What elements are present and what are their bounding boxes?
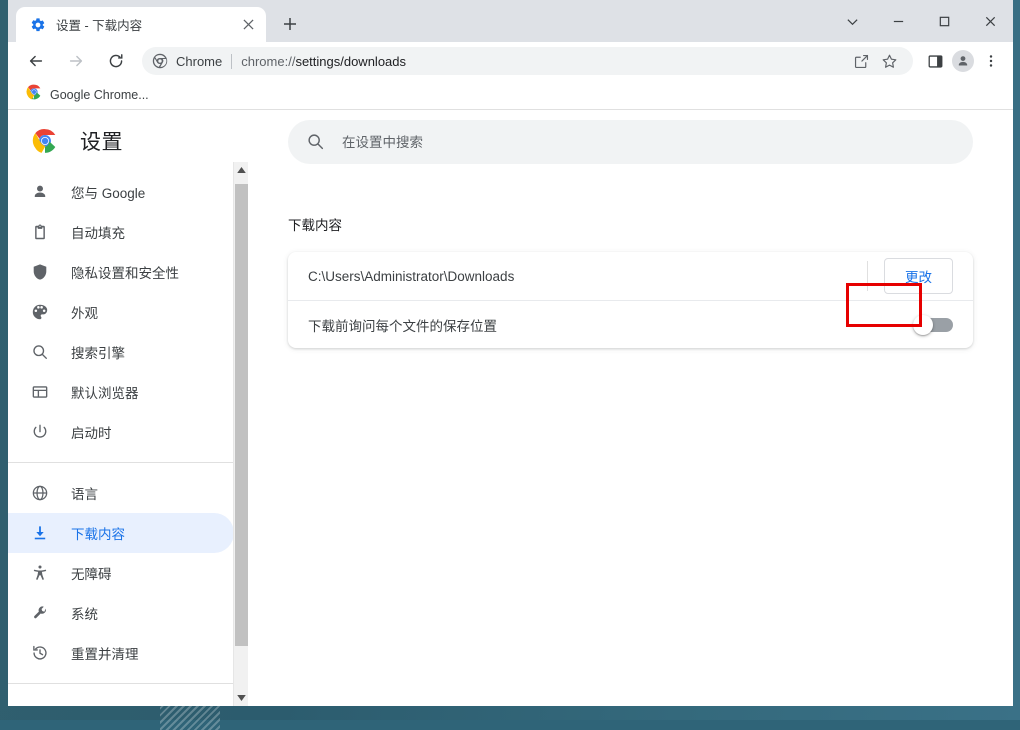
settings-brand: 设置 — [8, 110, 248, 172]
close-icon[interactable] — [238, 15, 258, 35]
person-icon — [30, 182, 50, 202]
search-icon — [306, 132, 326, 152]
sidebar-item-label: 搜索引擎 — [71, 342, 125, 362]
profile-avatar[interactable] — [949, 47, 977, 75]
download-icon — [30, 523, 50, 543]
scroll-down-arrow-icon[interactable] — [234, 690, 248, 706]
browser-tab-settings[interactable]: 设置 - 下载内容 — [16, 7, 266, 42]
browser-toolbar: Chrome chrome://settings/downloads — [8, 42, 1013, 80]
toggle-knob — [913, 315, 933, 335]
sidebar-item-label: 启动时 — [71, 422, 112, 442]
minimize-button[interactable] — [875, 0, 921, 42]
ask-where-to-save-label: 下载前询问每个文件的保存位置 — [308, 315, 913, 335]
browser-window-icon — [30, 382, 50, 402]
settings-content: 下载内容 C:\Users\Administrator\Downloads 更改… — [248, 110, 1013, 706]
accessibility-icon — [30, 563, 50, 583]
browser-window: 设置 - 下载内容 — [8, 0, 1013, 706]
new-tab-button[interactable] — [276, 10, 304, 38]
close-button[interactable] — [967, 0, 1013, 42]
wrench-icon — [30, 603, 50, 623]
window-controls — [829, 0, 1013, 42]
chrome-badge-icon — [152, 53, 168, 69]
settings-sidebar: 设置 您与 Google 自动填充 — [8, 110, 248, 706]
tab-strip: 设置 - 下载内容 — [8, 0, 1013, 42]
omnibox-actions — [847, 47, 903, 75]
sidebar-group-advanced: 语言 下载内容 无障碍 — [8, 462, 248, 673]
search-bar[interactable] — [288, 120, 973, 164]
palette-icon — [30, 302, 50, 322]
share-icon[interactable] — [847, 47, 875, 75]
sidebar-item-system[interactable]: 系统 — [8, 593, 234, 633]
sidebar-item-privacy-security[interactable]: 隐私设置和安全性 — [8, 252, 234, 292]
sidebar-item-label: 系统 — [71, 603, 98, 623]
bookmark-label: Google Chrome... — [50, 88, 149, 102]
sidebar-item-languages[interactable]: 语言 — [8, 473, 234, 513]
sidebar-item-reset-cleanup[interactable]: 重置并清理 — [8, 633, 234, 673]
puzzle-piece-icon — [30, 704, 50, 706]
address-bar[interactable]: Chrome chrome://settings/downloads — [142, 47, 913, 75]
maximize-button[interactable] — [921, 0, 967, 42]
ask-where-to-save-row: 下载前询问每个文件的保存位置 — [288, 300, 973, 348]
sidebar-group-primary: 您与 Google 自动填充 隐私设置和安全性 — [8, 172, 248, 452]
sidebar-item-extensions[interactable]: 扩展程序 — [8, 694, 234, 706]
omnibox-url-prefix: chrome:// — [241, 54, 295, 69]
sidebar-scrollbar[interactable] — [233, 162, 248, 706]
omnibox-url-path: settings/downloads — [295, 54, 406, 69]
globe-icon — [30, 483, 50, 503]
power-icon — [30, 422, 50, 442]
sidebar-item-label: 语言 — [71, 483, 98, 503]
sidebar-item-label: 外观 — [71, 302, 98, 322]
tab-search-chevron-down-icon[interactable] — [829, 0, 875, 42]
chrome-logo-icon — [26, 84, 42, 105]
download-location-row: C:\Users\Administrator\Downloads 更改 — [288, 252, 973, 300]
row-divider — [867, 261, 868, 291]
settings-page: 设置 您与 Google 自动填充 — [8, 110, 1013, 706]
chrome-logo-icon — [32, 128, 58, 154]
search-icon — [30, 342, 50, 362]
tab-title: 设置 - 下载内容 — [56, 15, 238, 34]
ask-where-to-save-toggle[interactable] — [913, 315, 953, 335]
clipboard-icon — [30, 222, 50, 242]
gear-icon — [30, 17, 46, 33]
sidebar-item-label: 下载内容 — [71, 523, 125, 543]
sidebar-item-accessibility[interactable]: 无障碍 — [8, 553, 234, 593]
more-menu-icon[interactable] — [977, 47, 1005, 75]
sidebar-item-on-startup[interactable]: 启动时 — [8, 412, 234, 452]
sidebar-item-label: 重置并清理 — [71, 643, 139, 663]
sidebar-item-search-engine[interactable]: 搜索引擎 — [8, 332, 234, 372]
shield-icon — [30, 262, 50, 282]
sidebar-group-extensions: 扩展程序 — [8, 683, 248, 706]
scroll-up-arrow-icon[interactable] — [234, 162, 248, 178]
sidebar-item-label: 自动填充 — [71, 222, 125, 242]
bookmark-item-google-chrome[interactable]: Google Chrome... — [20, 81, 155, 108]
download-location-path: C:\Users\Administrator\Downloads — [308, 269, 867, 284]
section-heading-downloads: 下载内容 — [288, 214, 973, 234]
omnibox-url: chrome://settings/downloads — [241, 54, 406, 69]
sidebar-item-autofill[interactable]: 自动填充 — [8, 212, 234, 252]
side-panel-icon[interactable] — [921, 47, 949, 75]
page-title: 设置 — [80, 126, 123, 156]
sidebar-item-you-and-google[interactable]: 您与 Google — [8, 172, 234, 212]
forward-button[interactable] — [62, 47, 90, 75]
search-input[interactable] — [342, 135, 955, 150]
omnibox-divider — [231, 54, 232, 69]
sidebar-item-appearance[interactable]: 外观 — [8, 292, 234, 332]
sidebar-item-label: 隐私设置和安全性 — [71, 262, 179, 282]
change-download-location-button[interactable]: 更改 — [884, 258, 953, 294]
omnibox-scheme-label: Chrome — [176, 54, 222, 69]
bookmark-star-icon[interactable] — [875, 47, 903, 75]
back-button[interactable] — [22, 47, 50, 75]
sidebar-item-downloads[interactable]: 下载内容 — [8, 513, 234, 553]
sidebar-item-label: 无障碍 — [71, 563, 112, 583]
sidebar-item-default-browser[interactable]: 默认浏览器 — [8, 372, 234, 412]
sidebar-item-label: 默认浏览器 — [71, 382, 139, 402]
sidebar-item-label: 扩展程序 — [71, 704, 125, 706]
downloads-settings-card: C:\Users\Administrator\Downloads 更改 下载前询… — [288, 252, 973, 348]
bookmarks-bar: Google Chrome... — [8, 80, 1013, 110]
sidebar-item-label: 您与 Google — [71, 182, 145, 202]
scrollbar-thumb[interactable] — [235, 184, 248, 646]
reload-button[interactable] — [102, 47, 130, 75]
history-restore-icon — [30, 643, 50, 663]
